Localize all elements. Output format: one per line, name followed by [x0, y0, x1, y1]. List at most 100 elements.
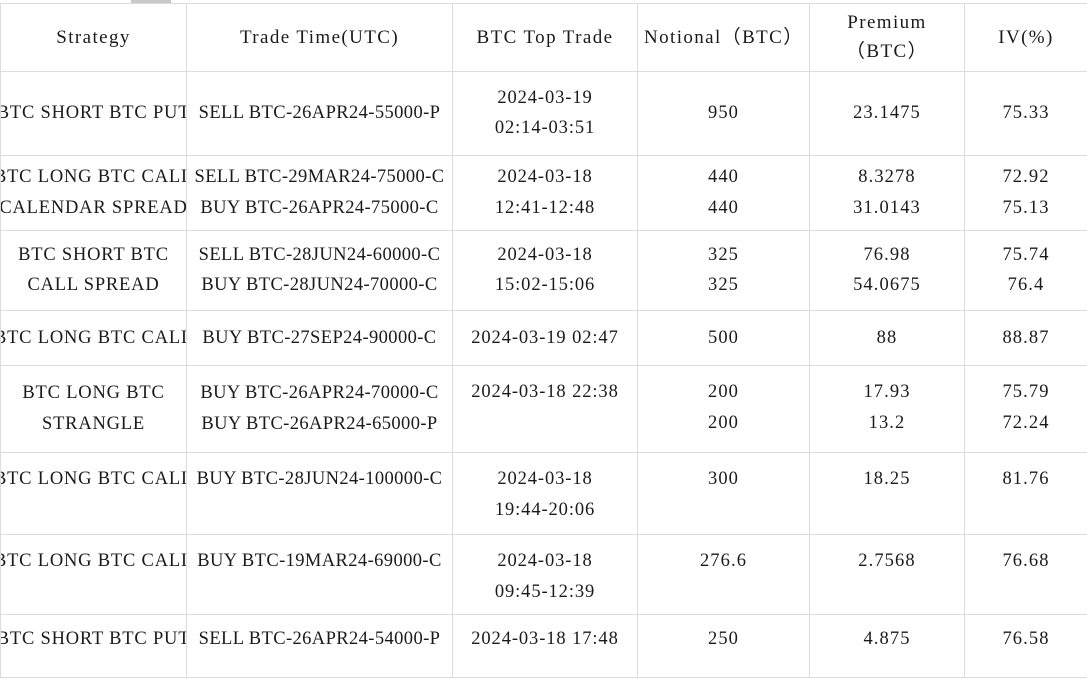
cell-iv: 81.76: [965, 452, 1087, 534]
cell-lines: 2024-03-19 02:47: [459, 324, 631, 353]
cell-lines: 88: [816, 324, 958, 353]
cell-lines: SELL BTC-28JUN24-60000-CBUY BTC-28JUN24-…: [193, 241, 446, 300]
cell-premium: 17.9313.2: [810, 365, 965, 452]
cell-line: 2024-03-18: [497, 465, 592, 494]
cell-line: 440: [708, 194, 739, 223]
cell-toptrade: BUY BTC-28JUN24-100000-C: [187, 452, 453, 534]
btc-top-trades-table: Strategy Trade Time(UTC) BTC Top Trade N…: [0, 3, 1087, 678]
column-header-btc-top-trade: BTC Top Trade: [453, 4, 638, 72]
cell-lines: 76.9854.0675: [816, 241, 958, 300]
cell-lines: BTC LONG BTCSTRANGLE: [7, 379, 180, 438]
cell-lines: BTC LONG BTC CALLCALENDAR SPREAD: [7, 163, 180, 222]
cell-line: 76.4: [1008, 271, 1045, 300]
table-row: BTC SHORT BTCCALL SPREADSELL BTC-28JUN24…: [1, 230, 1087, 310]
cell-line: 200: [708, 409, 739, 438]
cell-line: 23.1475: [853, 99, 921, 128]
cell-line: 2.7568: [858, 547, 915, 576]
cell-line: SELL BTC-26APR24-55000-P: [199, 99, 441, 128]
cell-line: 2024-03-18: [497, 163, 592, 192]
cell-toptrade: SELL BTC-26APR24-55000-P: [187, 71, 453, 155]
table-row: BTC LONG BTC CALL BUY BTC-19MAR24-69000-C…: [1, 534, 1087, 614]
cell-toptrade: BUY BTC-26APR24-70000-CBUY BTC-26APR24-6…: [187, 365, 453, 452]
cell-lines: 75.7476.4: [971, 241, 1081, 300]
cell-notional: 200200: [638, 365, 810, 452]
cell-strategy: BTC LONG BTC CALLCALENDAR SPREAD: [1, 155, 187, 230]
cell-line: 950: [708, 99, 739, 128]
cell-premium: 88: [810, 310, 965, 365]
cell-line: BUY BTC-19MAR24-69000-C: [197, 547, 441, 576]
column-header-notional: Notional（BTC）: [638, 4, 810, 72]
cell-line: CALENDAR SPREAD: [1, 194, 187, 223]
table-row: BTC SHORT BTC PUT SELL BTC-26APR24-55000-…: [1, 71, 1087, 155]
cell-line: SELL BTC-26APR24-54000-P: [199, 625, 441, 654]
cell-line: SELL BTC-29MAR24-75000-C: [195, 163, 445, 192]
cell-line: BTC LONG BTC CALL: [1, 163, 187, 192]
cell-notional: 325325: [638, 230, 810, 310]
cell-notional: 500: [638, 310, 810, 365]
cell-line: 2024-03-19: [497, 84, 592, 113]
cell-line: 2024-03-19 02:47: [471, 324, 619, 353]
cell-iv: 76.58: [965, 614, 1087, 677]
cell-line: 2024-03-18: [497, 241, 592, 270]
cell-line: BTC LONG BTC CALL: [1, 465, 187, 494]
table-row: BTC LONG BTC CALLCALENDAR SPREADSELL BTC…: [1, 155, 1087, 230]
cell-lines: 75.33: [971, 99, 1081, 128]
table-header: Strategy Trade Time(UTC) BTC Top Trade N…: [1, 4, 1087, 72]
cell-iv: 88.87: [965, 310, 1087, 365]
cell-line: 12:41-12:48: [495, 194, 595, 223]
cell-notional: 250: [638, 614, 810, 677]
column-header-trade-time: Trade Time(UTC): [187, 4, 453, 72]
cell-toptrade: SELL BTC-26APR24-54000-P: [187, 614, 453, 677]
cell-line: STRANGLE: [42, 410, 145, 439]
cell-line: 500: [708, 324, 739, 353]
cell-strategy: BTC SHORT BTC PUT: [1, 614, 187, 677]
cell-toptrade: SELL BTC-29MAR24-75000-CBUY BTC-26APR24-…: [187, 155, 453, 230]
column-header-strategy: Strategy: [1, 4, 187, 72]
cell-line: 88.87: [1002, 324, 1049, 353]
cell-lines: 950: [644, 99, 803, 128]
cell-lines: SELL BTC-26APR24-54000-P: [193, 625, 446, 654]
cell-lines: 2024-03-1815:02-15:06: [459, 241, 631, 300]
cell-lines: SELL BTC-29MAR24-75000-CBUY BTC-26APR24-…: [193, 163, 446, 222]
cell-strategy: BTC LONG BTC CALL: [1, 310, 187, 365]
cell-iv: 75.7476.4: [965, 230, 1087, 310]
cell-premium: 8.327831.0143: [810, 155, 965, 230]
cell-line: 09:45-12:39: [495, 578, 595, 607]
cell-lines: 440440: [644, 163, 803, 222]
cell-tradetime: 2024-03-1902:14-03:51: [453, 71, 638, 155]
page-root: Strategy Trade Time(UTC) BTC Top Trade N…: [0, 0, 1087, 684]
cell-lines: 81.76: [971, 465, 1081, 494]
cell-lines: BUY BTC-28JUN24-100000-C: [193, 465, 446, 494]
cell-iv: 75.33: [965, 71, 1087, 155]
cell-tradetime: 2024-03-1809:45-12:39: [453, 534, 638, 614]
cell-line: 2024-03-18 17:48: [471, 625, 619, 654]
cell-line: 75.13: [1002, 194, 1049, 223]
cell-strategy: BTC SHORT BTC PUT: [1, 71, 187, 155]
cell-line: 17.93: [863, 378, 910, 407]
cell-line: 18.25: [863, 465, 910, 494]
cell-line: 250: [708, 625, 739, 654]
cell-lines: 2024-03-1819:44-20:06: [459, 465, 631, 524]
cell-line: 200: [708, 378, 739, 407]
cell-iv: 72.9275.13: [965, 155, 1087, 230]
cell-premium: 76.9854.0675: [810, 230, 965, 310]
cell-line: 8.3278: [858, 163, 915, 192]
cell-lines: 76.68: [971, 547, 1081, 576]
cell-line: 88: [877, 324, 898, 353]
table-row: BTC LONG BTCSTRANGLEBUY BTC-26APR24-7000…: [1, 365, 1087, 452]
cell-line: BTC LONG BTC CALL: [1, 547, 187, 576]
cell-lines: 2024-03-18 17:48: [459, 625, 631, 654]
cell-tradetime: 2024-03-1819:44-20:06: [453, 452, 638, 534]
cell-lines: 276.6: [644, 547, 803, 576]
cell-lines: 8.327831.0143: [816, 163, 958, 222]
cell-line: BTC LONG BTC: [22, 379, 164, 408]
cell-lines: 2024-03-1902:14-03:51: [459, 84, 631, 143]
table-body: BTC SHORT BTC PUT SELL BTC-26APR24-55000-…: [1, 71, 1087, 677]
cell-lines: 4.875: [816, 625, 958, 654]
cell-lines: BTC SHORT BTCCALL SPREAD: [7, 241, 180, 300]
cell-lines: 18.25: [816, 465, 958, 494]
cell-premium: 2.7568: [810, 534, 965, 614]
cell-tradetime: 2024-03-18 22:38: [453, 365, 638, 452]
cell-line: 2024-03-18: [497, 547, 592, 576]
cell-line: 75.79: [1002, 378, 1049, 407]
